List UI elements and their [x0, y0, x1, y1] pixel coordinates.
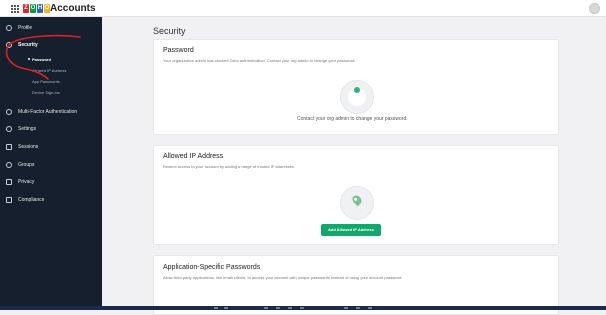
os-taskbar [0, 306, 606, 310]
app-title: Accounts [50, 3, 96, 14]
sidebar-item-settings[interactable]: Settings [6, 126, 36, 132]
sidebar-subitem-password[interactable]: Password [28, 57, 51, 62]
sidebar-subitem-app-passwords[interactable]: App Passwords [32, 79, 60, 84]
location-illustration [340, 186, 374, 220]
sidebar-item-label: Groups [18, 162, 35, 168]
profile-icon [6, 25, 12, 31]
sidebar-item-label: Sessions [18, 144, 39, 150]
sidebar-item-label: Multi-Factor Authentication [18, 109, 78, 115]
allowed-ip-desc: Restrict access to your account by addin… [163, 164, 295, 169]
main-content: Security Password Your organization admi… [102, 17, 606, 315]
top-bar: Z O H O Accounts [0, 0, 606, 17]
sidebar-item-privacy[interactable]: Privacy [6, 179, 34, 185]
sidebar-item-label: Security [18, 42, 38, 48]
sidebar-item-label: Compliance [18, 197, 45, 203]
sidebar-item-groups[interactable]: Groups [6, 162, 34, 168]
lock-icon [6, 179, 12, 185]
sidebar-item-security[interactable]: Security [6, 42, 38, 48]
sidebar-item-sessions[interactable]: Sessions [6, 144, 38, 150]
sidebar-item-profile[interactable]: Profile [6, 25, 32, 31]
check-icon [354, 87, 360, 93]
sidebar-subitem-allowed-ip[interactable]: Allowed IP Address [32, 68, 66, 73]
sessions-icon [6, 144, 12, 150]
zoho-logo[interactable]: Z O H O [23, 4, 50, 13]
allowed-ip-heading: Allowed IP Address [163, 153, 224, 160]
password-card: Password Your organization admin has blo… [153, 39, 559, 135]
sidebar-item-compliance[interactable]: Compliance [6, 197, 44, 203]
password-desc: Your organization admin has blocked Zoho… [163, 58, 356, 63]
sidebar: Profile Security Password Allowed IP Add… [0, 17, 102, 306]
sidebar-item-label: Privacy [18, 179, 35, 185]
app-passwords-desc: Allow third-party applications, like ema… [163, 275, 403, 280]
apps-grid-icon[interactable] [11, 5, 19, 13]
app-passwords-heading: Application-Specific Passwords [163, 264, 261, 271]
sidebar-subitem-device-signins[interactable]: Device Sign-ins [32, 90, 60, 95]
sidebar-item-mfa[interactable]: Multi-Factor Authentication [6, 109, 77, 115]
password-illustration [340, 80, 374, 114]
password-heading: Password [163, 47, 194, 54]
page-title: Security [153, 26, 186, 36]
avatar[interactable] [589, 3, 600, 14]
location-pin-icon [350, 193, 364, 207]
groups-icon [6, 162, 12, 168]
shield-icon [6, 42, 12, 48]
mfa-icon [6, 109, 12, 115]
allowed-ip-card: Allowed IP Address Restrict access to yo… [153, 145, 559, 245]
password-note: Contact your org admin to change your pa… [297, 116, 408, 122]
gear-icon [6, 126, 12, 132]
compliance-icon [6, 197, 12, 203]
add-allowed-ip-button[interactable]: Add Allowed IP Address [321, 224, 381, 236]
sidebar-item-label: Settings [18, 126, 37, 132]
sidebar-item-label: Profile [18, 25, 33, 31]
